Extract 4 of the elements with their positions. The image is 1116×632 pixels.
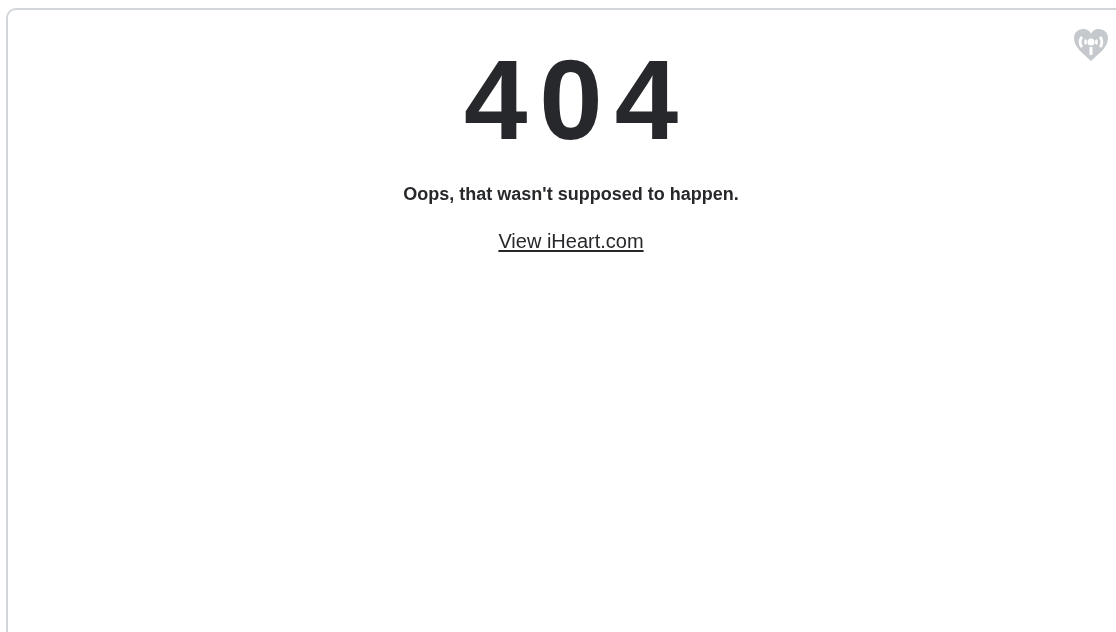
logo-icon xyxy=(1072,28,1110,62)
error-message: Oops, that wasn't supposed to happen. xyxy=(403,183,739,206)
error-code: 404 xyxy=(462,43,691,157)
home-link[interactable]: View iHeart.com xyxy=(498,228,644,254)
